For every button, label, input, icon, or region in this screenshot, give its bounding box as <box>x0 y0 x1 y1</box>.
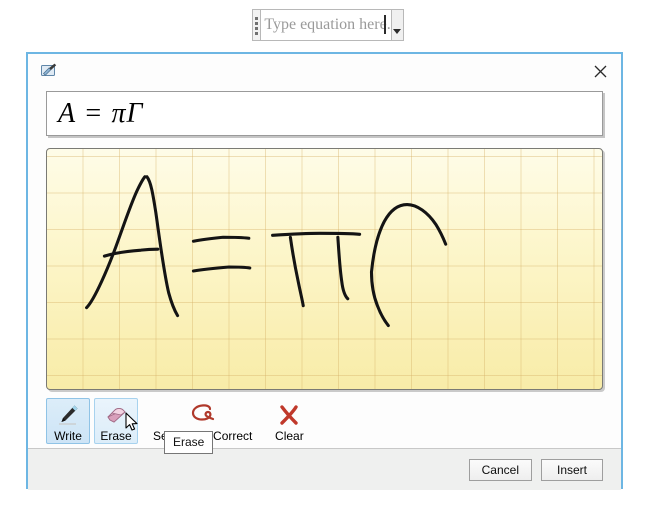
equation-placeholder-text: Type equation here. <box>264 16 391 33</box>
ink-equation-dialog: A = πΓ Write Erase Correct Clear Erase C… <box>26 52 623 490</box>
write-tool-button[interactable]: Write <box>46 398 90 444</box>
dialog-titlebar <box>28 54 621 88</box>
insert-button[interactable]: Insert <box>541 458 603 481</box>
lasso-icon <box>188 403 218 427</box>
ink-writing-canvas[interactable] <box>46 148 603 390</box>
ink-toolbar: Write Erase Select and <box>46 398 603 454</box>
pen-icon <box>56 403 80 427</box>
ink-equation-icon <box>41 63 58 78</box>
drag-grip-icon[interactable] <box>252 9 261 41</box>
ink-strokes <box>85 175 448 328</box>
dialog-body: A = πΓ Write Erase Correct Clear Erase <box>28 88 621 454</box>
text-caret <box>383 15 386 34</box>
tooltip-text: Erase <box>173 435 205 449</box>
close-icon[interactable] <box>589 61 611 81</box>
clear-tool-label: Clear <box>275 429 304 443</box>
erase-tooltip: Erase <box>164 431 214 454</box>
cancel-button[interactable]: Cancel <box>468 458 532 481</box>
equation-preview-text: A = πΓ <box>58 97 144 129</box>
equation-preview-area: A = πΓ <box>46 91 603 136</box>
clear-tool-button[interactable]: Clear <box>267 398 311 444</box>
chevron-down-icon <box>393 29 402 34</box>
ink-canvas-area <box>46 148 603 390</box>
equation-preview-box[interactable]: A = πΓ <box>46 91 603 136</box>
red-x-icon <box>277 403 301 427</box>
equation-dropdown-button[interactable] <box>390 9 404 41</box>
erase-tool-label: Erase <box>100 429 132 443</box>
equation-content-control[interactable]: Type equation here. <box>252 9 404 41</box>
dialog-footer: Cancel Insert <box>28 448 621 490</box>
equation-input-field[interactable]: Type equation here. <box>260 9 391 41</box>
write-tool-label: Write <box>54 429 82 443</box>
eraser-icon <box>103 403 129 427</box>
erase-tool-button[interactable]: Erase <box>94 398 138 444</box>
